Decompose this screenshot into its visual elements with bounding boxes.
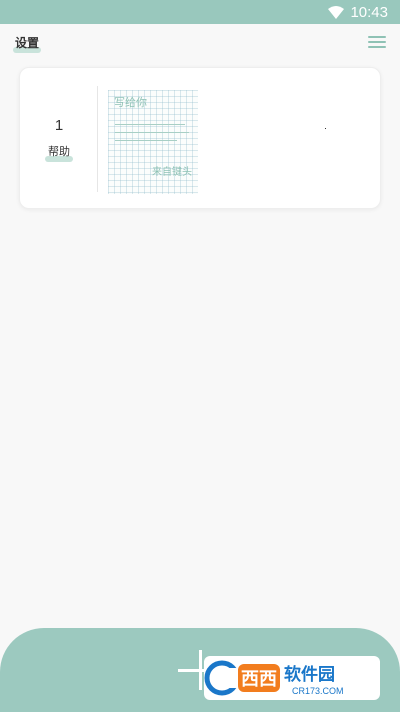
page-title-wrap: 设置 (13, 34, 42, 53)
header: 设置 (0, 24, 400, 64)
entry-info: 1 帮助 (20, 68, 98, 208)
card-divider (97, 86, 98, 192)
status-time: 10:43 (350, 3, 388, 21)
entry-card[interactable]: 1 帮助 写给你 来自键头 (19, 67, 381, 209)
letter-title: 写给你 (114, 97, 147, 109)
svg-text:西西: 西西 (241, 669, 277, 689)
decorative-dot (325, 128, 326, 129)
letter-preview[interactable]: 写给你 来自键头 (108, 90, 198, 194)
wifi-icon (328, 5, 345, 19)
entry-label: 帮助 (48, 145, 70, 158)
letter-line (115, 132, 189, 133)
watermark-logo: 西西 软件园 CR173.COM (204, 656, 380, 700)
status-bar: 10:43 (0, 0, 400, 24)
svg-text:CR173.COM: CR173.COM (292, 686, 344, 696)
svg-text:软件园: 软件园 (284, 664, 335, 684)
page-title: 设置 (15, 36, 40, 50)
letter-line (115, 124, 185, 125)
entry-number: 1 (54, 116, 64, 134)
letter-line (115, 140, 177, 141)
hamburger-menu-icon[interactable] (368, 36, 386, 48)
menu-line (368, 41, 386, 43)
menu-line (368, 46, 386, 48)
entry-label-wrap: 帮助 (45, 142, 73, 162)
menu-line (368, 36, 386, 38)
letter-signature: 来自键头 (152, 167, 192, 178)
